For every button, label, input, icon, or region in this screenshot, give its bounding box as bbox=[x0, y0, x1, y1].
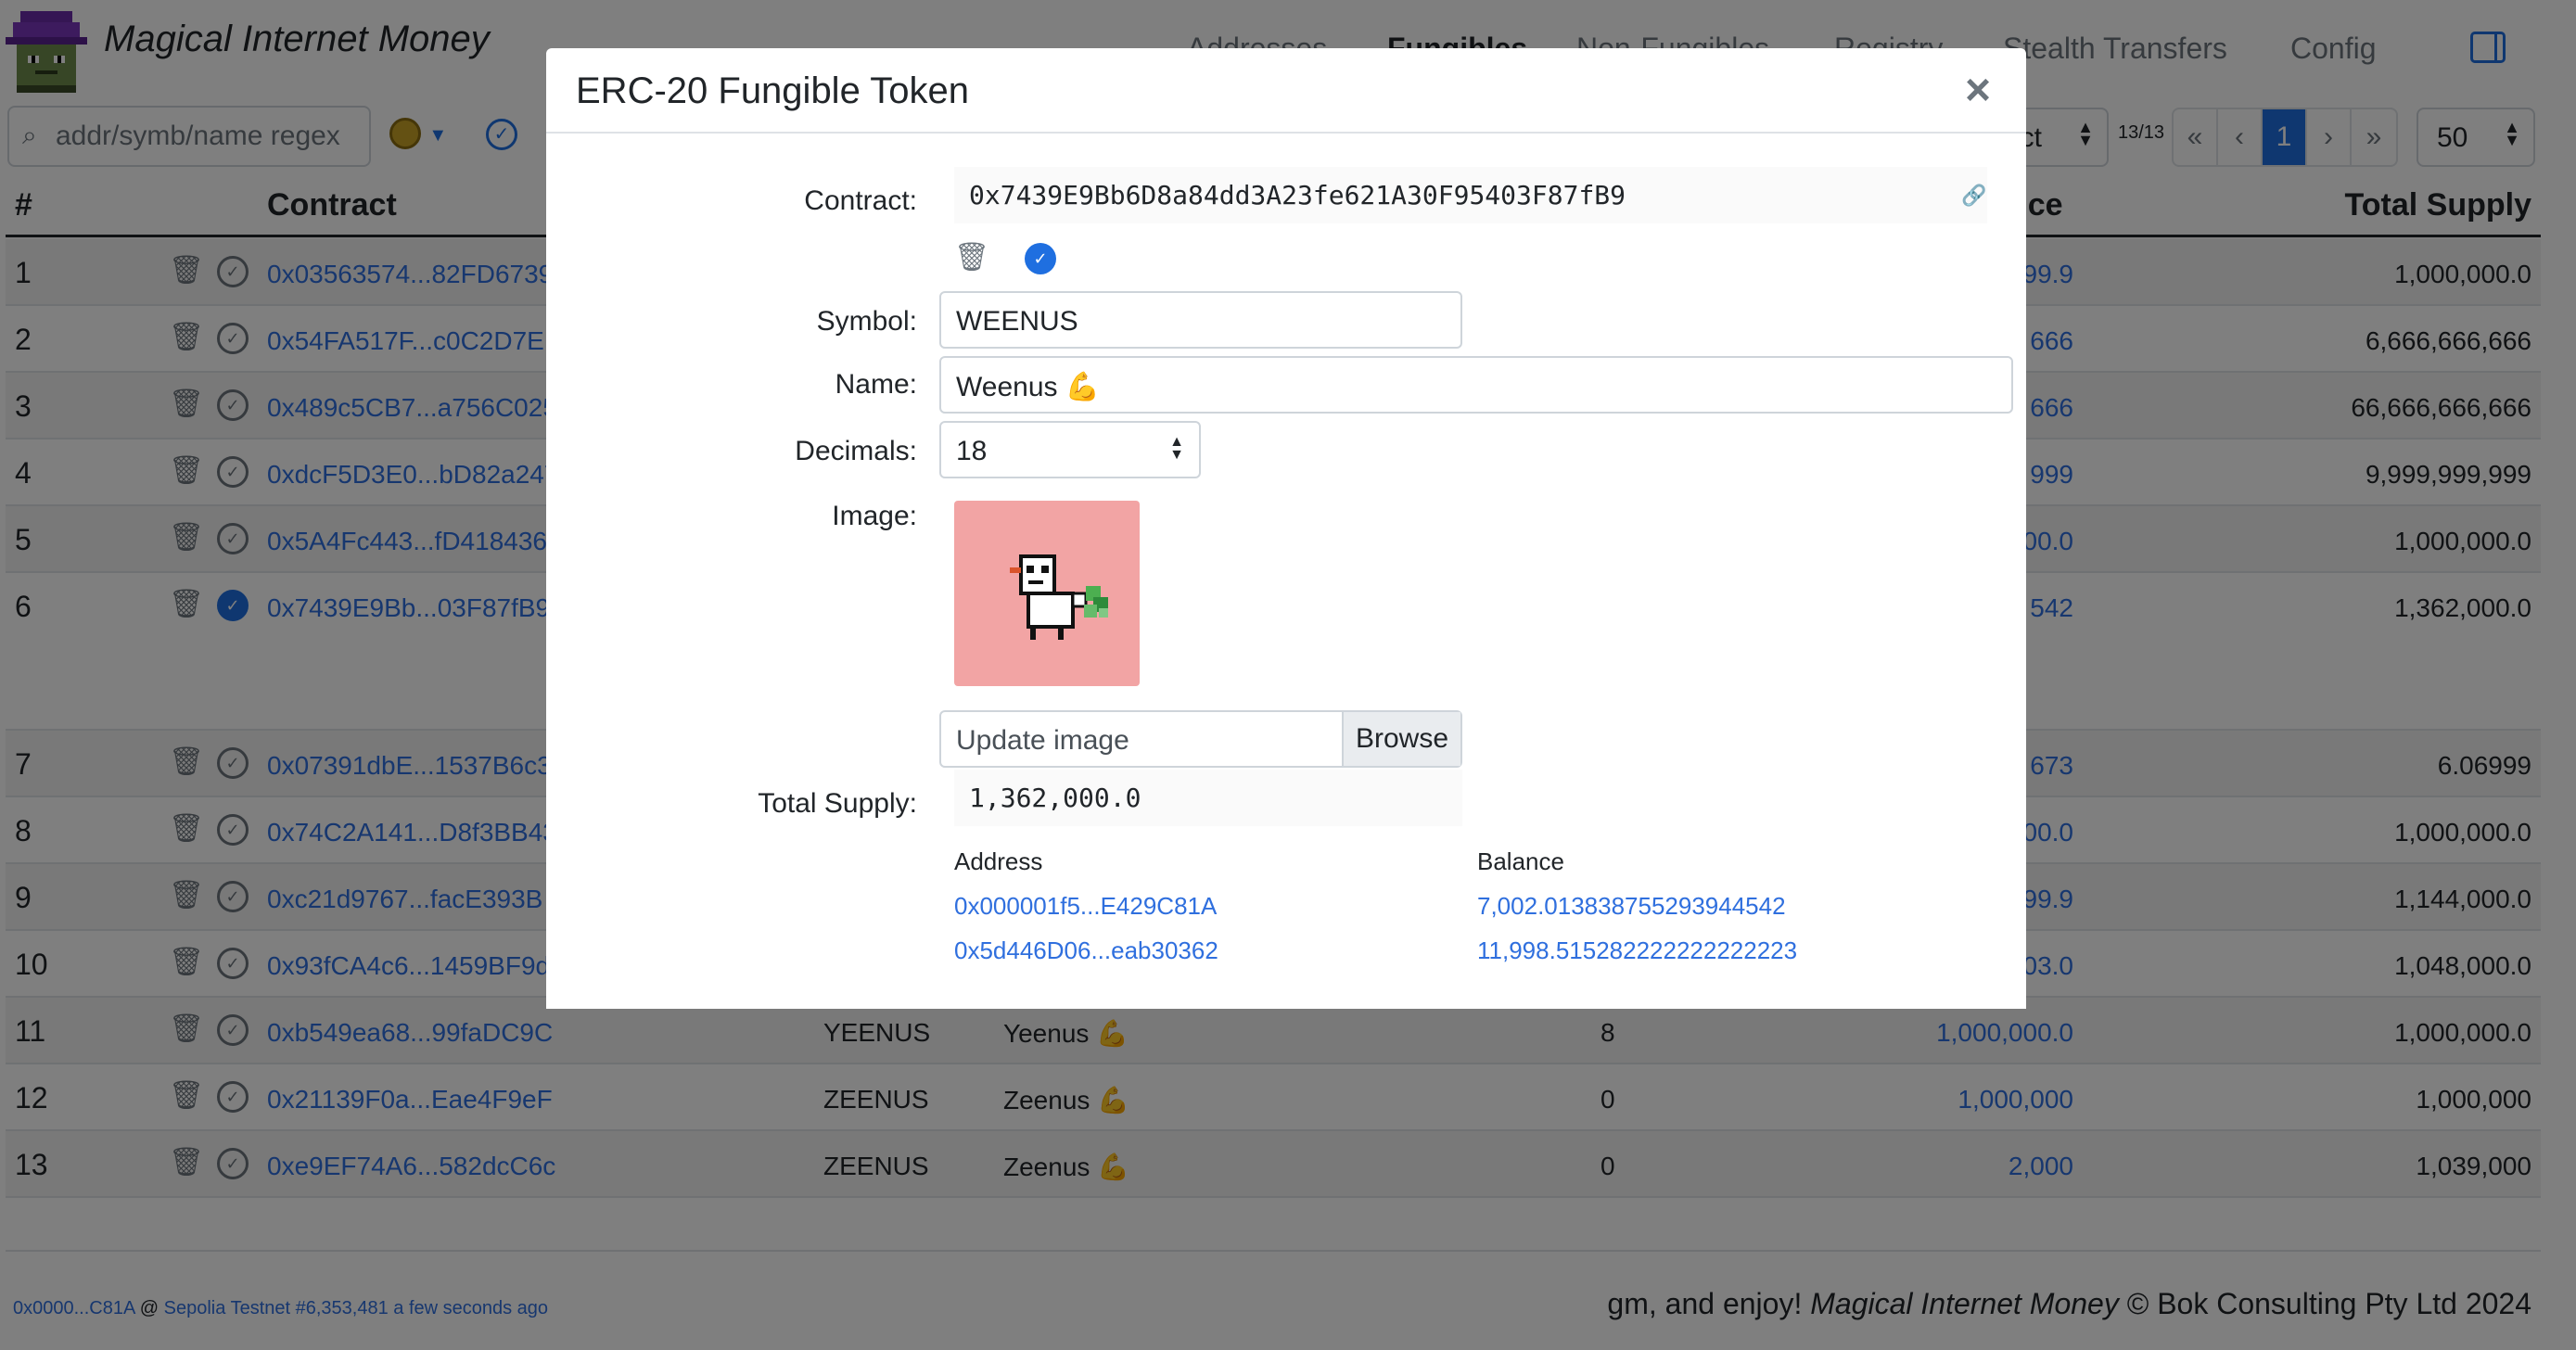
holder-address-link[interactable]: 0x5d446D06...eab30362 bbox=[954, 936, 1218, 965]
decimals-label: Decimals: bbox=[795, 436, 917, 466]
holders-balance-header: Balance bbox=[1477, 847, 1564, 875]
name-label: Name: bbox=[835, 369, 917, 400]
browse-button[interactable]: Browse bbox=[1342, 712, 1460, 766]
check-circle-icon[interactable]: ✓ bbox=[1025, 243, 1056, 274]
total-supply-label: Total Supply: bbox=[758, 788, 917, 819]
name-input[interactable]: Weenus 💪 bbox=[939, 356, 2013, 414]
contract-label: Contract: bbox=[804, 185, 917, 216]
close-icon[interactable]: × bbox=[1965, 65, 1991, 116]
modal-title: ERC-20 Fungible Token bbox=[576, 70, 969, 111]
symbol-label: Symbol: bbox=[816, 306, 917, 337]
total-supply-value: 1,362,000.0 bbox=[954, 770, 1462, 826]
token-modal: ERC-20 Fungible Token × Contract: 0x7439… bbox=[546, 48, 2026, 1009]
trash-icon[interactable]: 🗑 bbox=[954, 241, 989, 274]
decimals-value: 18 bbox=[956, 436, 988, 466]
image-label: Image: bbox=[832, 501, 917, 531]
update-image-label: Update image bbox=[956, 725, 1129, 756]
weenus-pixel-art bbox=[1010, 554, 1108, 640]
holders-address-header: Address bbox=[954, 847, 1043, 875]
decimals-select[interactable]: 18 ▲ ▼ bbox=[939, 421, 1201, 478]
modal-header: ERC-20 Fungible Token × bbox=[546, 48, 2026, 134]
contract-value: 0x7439E9Bb6D8a84dd3A23fe621A30F95403F87f… bbox=[954, 167, 1987, 223]
external-link-icon[interactable]: 🔗 bbox=[1961, 184, 1986, 208]
token-image bbox=[954, 501, 1140, 686]
update-image-field[interactable]: Update image Browse bbox=[939, 710, 1462, 768]
holder-balance-link[interactable]: 7,002.013838755293944542 bbox=[1477, 892, 1786, 921]
holder-balance-link[interactable]: 11,998.515282222222222223 bbox=[1477, 936, 1797, 965]
select-arrows-icon: ▲▼ bbox=[1169, 434, 1184, 463]
symbol-input[interactable]: WEENUS bbox=[939, 291, 1462, 349]
holder-address-link[interactable]: 0x000001f5...E429C81A bbox=[954, 892, 1217, 921]
